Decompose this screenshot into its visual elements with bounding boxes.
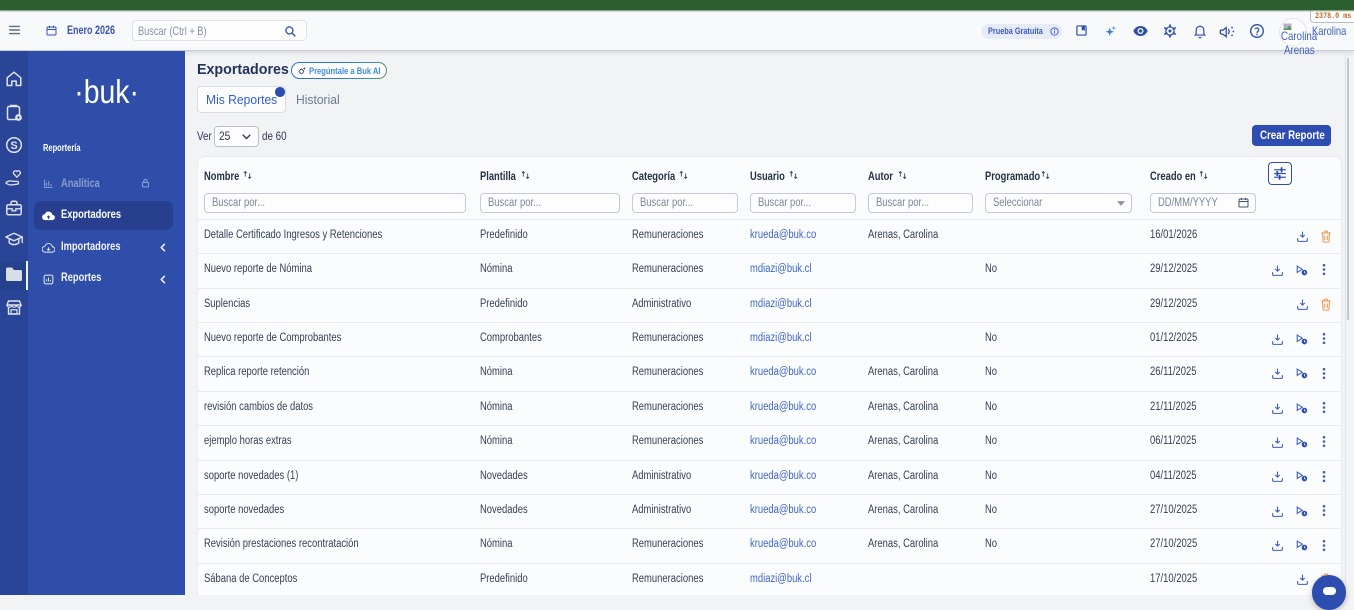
svg-text:S: S <box>10 140 17 152</box>
